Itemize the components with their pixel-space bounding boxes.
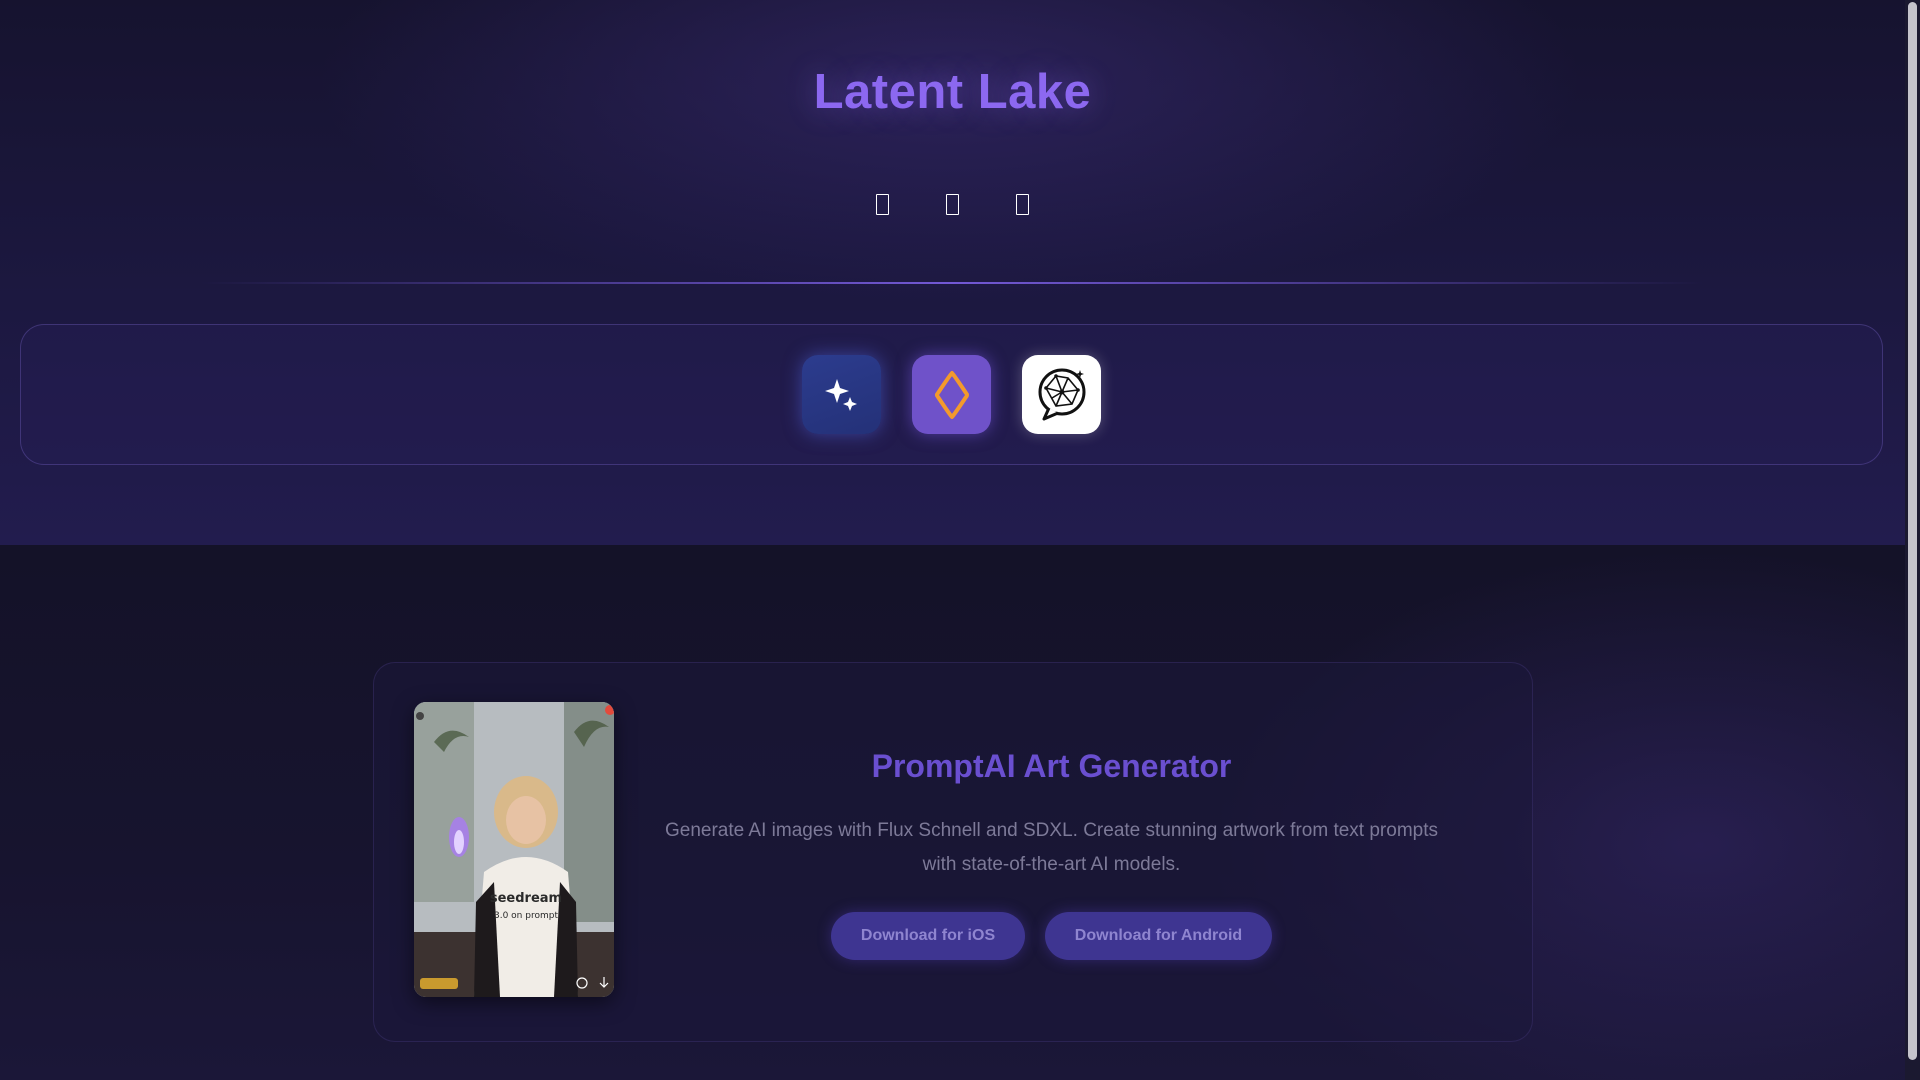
download-buttons: Download for iOS Download for Android [650,912,1453,960]
feature-title: PromptAI Art Generator [871,748,1232,784]
header-divider [200,282,1705,284]
scrollbar-thumb[interactable] [1908,2,1917,1060]
landing-page: Latent Lake seedream 3.0 on prompt Promp… [0,0,1905,1080]
download-ios-button[interactable]: Download for iOS [831,912,1025,960]
svg-text:seedream: seedream [490,891,562,906]
app-screenshot: seedream 3.0 on prompt [414,702,614,997]
social-link-3[interactable] [1004,183,1042,225]
svg-text:3.0 on prompt: 3.0 on prompt [494,911,558,921]
sparkle-icon [824,378,857,411]
social-link-1[interactable] [864,183,902,225]
social-link-2[interactable] [934,183,972,225]
social-icon-2 [946,193,959,215]
chat-brain-icon [1038,368,1085,420]
diamond-icon [934,370,969,419]
site-title: Latent Lake [813,65,1092,119]
apps-bar [20,324,1883,465]
app-screenshot-image: seedream 3.0 on prompt [414,702,614,997]
social-icon-3 [1016,193,1029,215]
app-chat-button[interactable] [1022,355,1101,434]
download-android-button[interactable]: Download for Android [1045,912,1272,960]
app-sparkle-button[interactable] [802,355,881,434]
social-links [0,183,1905,225]
social-icon-1 [876,193,889,215]
feature-description: Generate AI images with Flux Schnell and… [664,820,1439,875]
app-diamond-button[interactable] [912,355,991,434]
hero-section: Latent Lake [0,0,1905,545]
page-scrollbar[interactable] [1905,0,1920,1080]
